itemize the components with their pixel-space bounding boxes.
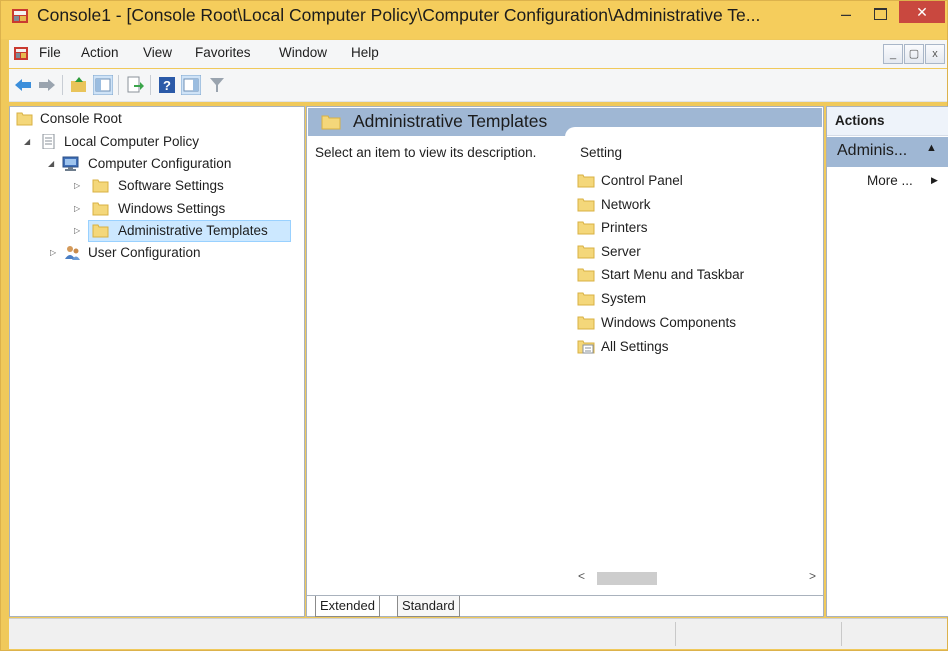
folder-icon [321,115,341,130]
export-list-icon[interactable] [125,75,145,95]
menu-help[interactable]: Help [351,45,379,60]
help-icon[interactable]: ? [157,75,177,95]
actions-section-label: Adminis... [837,142,908,159]
folder-icon [577,316,595,330]
minimize-button[interactable]: – [831,3,861,25]
results-pane: Administrative Templates Select an item … [306,106,824,617]
all-settings-folder-icon [577,340,595,354]
menu-favorites[interactable]: Favorites [195,45,251,60]
toolbar: ? [9,69,947,102]
tree-item-windows-settings[interactable]: ▷ Windows Settings [74,198,294,220]
toolbar-separator [150,75,151,95]
folder-icon [577,174,595,188]
menu-action[interactable]: Action [81,45,119,60]
users-icon [65,246,80,260]
maximize-button[interactable] [866,3,894,25]
results-title: Administrative Templates [353,111,548,131]
menu-bar: File Action View Favorites Window Help _… [9,40,947,68]
child-restore-button[interactable]: ▢ [904,44,924,64]
collapse-arrow-icon[interactable]: ◢ [24,131,34,153]
filter-icon[interactable] [207,75,227,95]
actions-section-header[interactable]: Adminis... ▲ [827,137,948,167]
forward-arrow-icon[interactable] [37,75,57,95]
menu-window[interactable]: Window [279,45,327,60]
folder-icon [577,221,595,235]
submenu-arrow-icon: ▶ [931,175,938,185]
folder-icon [577,292,595,306]
title-bar[interactable]: Console1 - [Console Root\Local Computer … [1,1,947,39]
folder-icon [92,224,109,238]
scroll-left-button[interactable]: < [578,569,585,583]
mdi-controls: _ ▢ x [882,44,945,64]
tree-item-local-computer-policy[interactable]: ◢ Local Computer Policy [24,131,294,153]
console-tree: Console Root ◢ Local Computer Policy ◢ C… [9,106,305,617]
view-tabs: Extended Standard [307,595,823,618]
folder-icon [92,179,109,193]
close-button[interactable]: ✕ [899,1,945,23]
show-hide-tree-icon[interactable] [93,75,113,95]
folder-icon [92,202,109,216]
status-divider [675,622,676,646]
mmc-app-icon [12,9,28,23]
list-view-tab-shape [565,127,822,139]
toolbar-separator [62,75,63,95]
actions-title: Actions [835,113,885,128]
tree-item-software-settings[interactable]: ▷ Software Settings [74,175,294,197]
folder-icon [577,245,595,259]
expand-arrow-icon[interactable]: ▷ [74,198,84,220]
maximize-icon [874,8,887,20]
toolbar-separator [118,75,119,95]
policy-document-icon [42,134,55,149]
tree-item-administrative-templates[interactable]: ▷ Administrative Templates [74,220,294,242]
actions-title-bar: Actions [827,107,948,136]
mmc-document-icon[interactable] [13,46,29,62]
up-folder-icon[interactable] [69,75,89,95]
tab-extended[interactable]: Extended [315,596,380,617]
expand-arrow-icon[interactable]: ▷ [50,242,60,264]
status-bar [9,618,947,649]
mmc-window: Console1 - [Console Root\Local Computer … [0,0,948,651]
folder-icon [577,268,595,282]
window-title: Console1 - [Console Root\Local Computer … [37,5,761,25]
tree-item-computer-configuration[interactable]: ◢ Computer Configuration [48,153,298,175]
computer-icon [62,156,79,171]
column-header-setting[interactable]: Setting [580,145,622,160]
horizontal-scrollbar[interactable]: < > [572,569,822,589]
expand-arrow-icon[interactable]: ▷ [74,220,84,242]
tab-standard[interactable]: Standard [397,596,460,617]
scroll-right-button[interactable]: > [809,569,816,583]
actions-pane: Actions Adminis... ▲ More ... ▶ [826,106,948,617]
child-minimize-button[interactable]: _ [883,44,903,64]
show-hide-action-pane-icon[interactable] [181,75,201,95]
collapse-arrow-icon[interactable]: ◢ [48,153,58,175]
more-actions-link[interactable]: More ... [867,173,913,188]
child-close-button[interactable]: x [925,44,945,64]
back-arrow-icon[interactable] [13,75,33,95]
folder-icon [16,112,33,126]
description-text: Select an item to view its description. [315,145,537,160]
tree-item-console-root[interactable]: Console Root [16,108,296,130]
svg-text:?: ? [163,78,171,93]
status-divider [841,622,842,646]
tree-item-user-configuration[interactable]: ▷ User Configuration [50,242,290,264]
menu-file[interactable]: File [39,45,61,60]
menu-view[interactable]: View [143,45,172,60]
collapse-up-icon[interactable]: ▲ [926,142,937,154]
scrollbar-thumb[interactable] [597,572,657,585]
expand-arrow-icon[interactable]: ▷ [74,175,84,197]
folder-icon [577,198,595,212]
